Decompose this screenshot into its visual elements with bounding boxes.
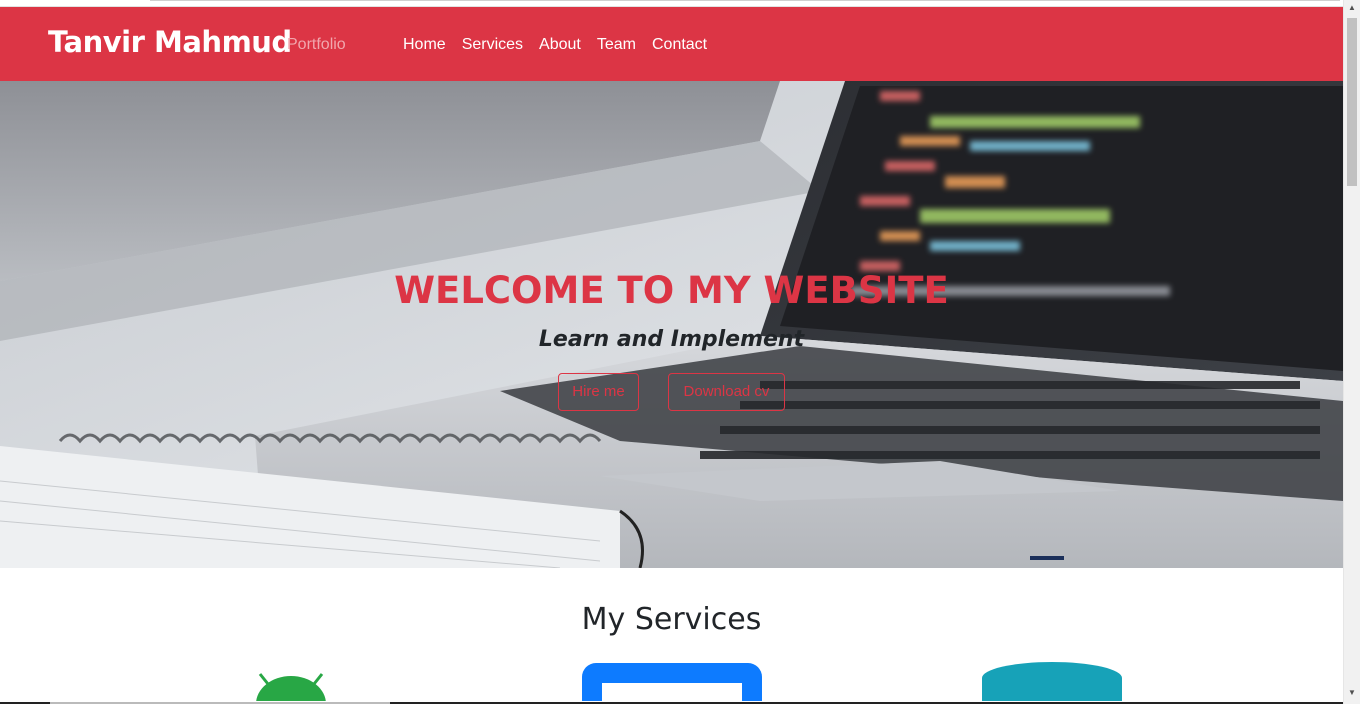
- brand-name[interactable]: Tanvir Mahmud: [48, 25, 292, 59]
- hero-title: WELCOME TO MY WEBSITE: [394, 269, 949, 312]
- services-title: My Services: [581, 602, 762, 637]
- hero-subtitle: Learn and Implement: [538, 327, 805, 352]
- browser-top-strip: [0, 0, 1343, 7]
- scroll-down-icon[interactable]: ▼: [1348, 688, 1356, 697]
- nav-links: Home Services About Team Contact: [403, 36, 707, 54]
- hero-background-image: [0, 81, 1343, 568]
- nav-link-about[interactable]: About: [539, 36, 581, 54]
- hire-me-button[interactable]: Hire me: [558, 373, 639, 411]
- nav-link-services[interactable]: Services: [462, 36, 523, 54]
- download-cv-button[interactable]: Download cv: [668, 373, 785, 411]
- android-icon: [256, 673, 326, 704]
- hero-section: WELCOME TO MY WEBSITE Learn and Implemen…: [0, 81, 1343, 568]
- scroll-up-icon[interactable]: ▲: [1348, 3, 1356, 12]
- database-icon: [982, 662, 1122, 704]
- navbar: Tanvir Mahmud Portfolio Home Services Ab…: [0, 7, 1343, 81]
- monitor-icon: [582, 663, 762, 704]
- nav-link-contact[interactable]: Contact: [652, 36, 707, 54]
- nav-link-home[interactable]: Home: [403, 36, 446, 54]
- brand-subtitle[interactable]: Portfolio: [287, 36, 346, 54]
- nav-link-team[interactable]: Team: [597, 36, 636, 54]
- scrollbar-thumb[interactable]: [1347, 18, 1357, 186]
- vertical-scrollbar[interactable]: ▲ ▼: [1343, 0, 1360, 704]
